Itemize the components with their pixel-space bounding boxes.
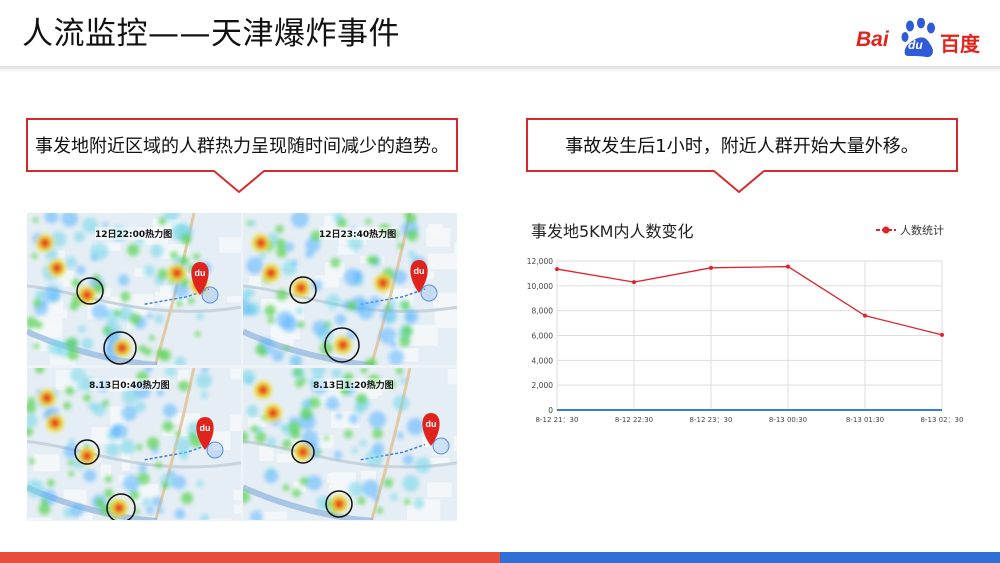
- chart-data-point: [863, 313, 867, 318]
- chart-data-point: [555, 267, 559, 272]
- footer-blue-segment: [500, 552, 1000, 563]
- heatmap-label-4: 8.13日1:20热力图: [313, 378, 394, 391]
- slide-title: 人流监控——天津爆炸事件: [22, 16, 400, 52]
- chart-data-point: [940, 332, 944, 337]
- baidu-pin-label: du: [200, 423, 211, 433]
- callout-right: 事故发生后1小时，附近人群开始大量外移。: [526, 118, 958, 172]
- callout-right-pointer: [714, 170, 764, 194]
- chart-data-point: [632, 280, 636, 285]
- header-divider: [0, 66, 1000, 72]
- logo-bai-text: Bai: [856, 28, 889, 51]
- chart-ytick-label: 4,000: [532, 356, 554, 365]
- chart-ytick-label: 10,000: [527, 282, 553, 291]
- callout-right-text: 事故发生后1小时，附近人群开始大量外移。: [565, 136, 919, 157]
- heatmap-panel-3: du 8.13日0:40热力图: [27, 368, 241, 520]
- heatmap-label-2: 12日23:40热力图: [319, 227, 397, 240]
- chart-xtick-label: 8-12 21：30: [536, 416, 579, 424]
- heatmap-grid: du 12日22:00热力图 du 12日23:40热力图 du 8.13日0:…: [27, 213, 457, 521]
- chart-legend: 人数统计: [876, 222, 944, 238]
- chart-ytick-label: 8,000: [532, 307, 554, 316]
- chart-xtick-label: 8-12 22:30: [615, 416, 653, 424]
- callout-left-pointer: [214, 170, 264, 194]
- footer-red-segment: [0, 552, 500, 563]
- chart-ytick-label: 12,000: [527, 257, 553, 266]
- chart-ytick-label: 6,000: [532, 332, 554, 341]
- chart-xtick-label: 8-12 23：30: [690, 416, 733, 424]
- logo-cn-text: 百度: [940, 32, 980, 56]
- baidu-logo: Bai du 百度: [856, 18, 984, 60]
- chart-data-point: [709, 265, 713, 270]
- heatmap-panel-4: du 8.13日1:20热力图: [243, 368, 457, 520]
- baidu-pin-label: du: [414, 266, 425, 276]
- chart-xtick-label: 8-13 01:30: [846, 416, 884, 424]
- chart-series-line: [556, 265, 943, 336]
- baidu-pin-label: du: [426, 419, 437, 429]
- heatmap-label-1: 12日22:00热力图: [95, 227, 173, 240]
- chart-data-point: [786, 264, 790, 269]
- chart-ytick-label: 2,000: [532, 381, 554, 390]
- chart-title: 事发地5KM内人数变化: [531, 222, 694, 241]
- callout-left-text: 事发地附近区域的人群热力呈现随时间减少的趋势。: [35, 136, 449, 157]
- chart-xtick-label: 8-13 00:30: [769, 416, 807, 424]
- callout-left: 事发地附近区域的人群热力呈现随时间减少的趋势。: [26, 118, 458, 172]
- chart-xtick-label: 8-13 02：30: [921, 416, 964, 424]
- logo-du-text: du: [908, 38, 923, 52]
- legend-label: 人数统计: [900, 224, 944, 237]
- heatmap-panel-2: du 12日23:40热力图: [243, 213, 457, 365]
- chart-ytick-label: 0: [548, 406, 553, 415]
- heatmap-label-3: 8.13日0:40热力图: [89, 378, 170, 391]
- footer-bar: [0, 552, 1000, 563]
- baidu-pin-label: du: [195, 268, 206, 278]
- heatmap-panel-1: du 12日22:00热力图: [27, 213, 241, 365]
- legend-line-marker-icon: [876, 226, 896, 234]
- people-count-line-chart: 0 2,000 4,000 6,000 8,000 10,000 12,000 8-12 21…: [527, 257, 964, 424]
